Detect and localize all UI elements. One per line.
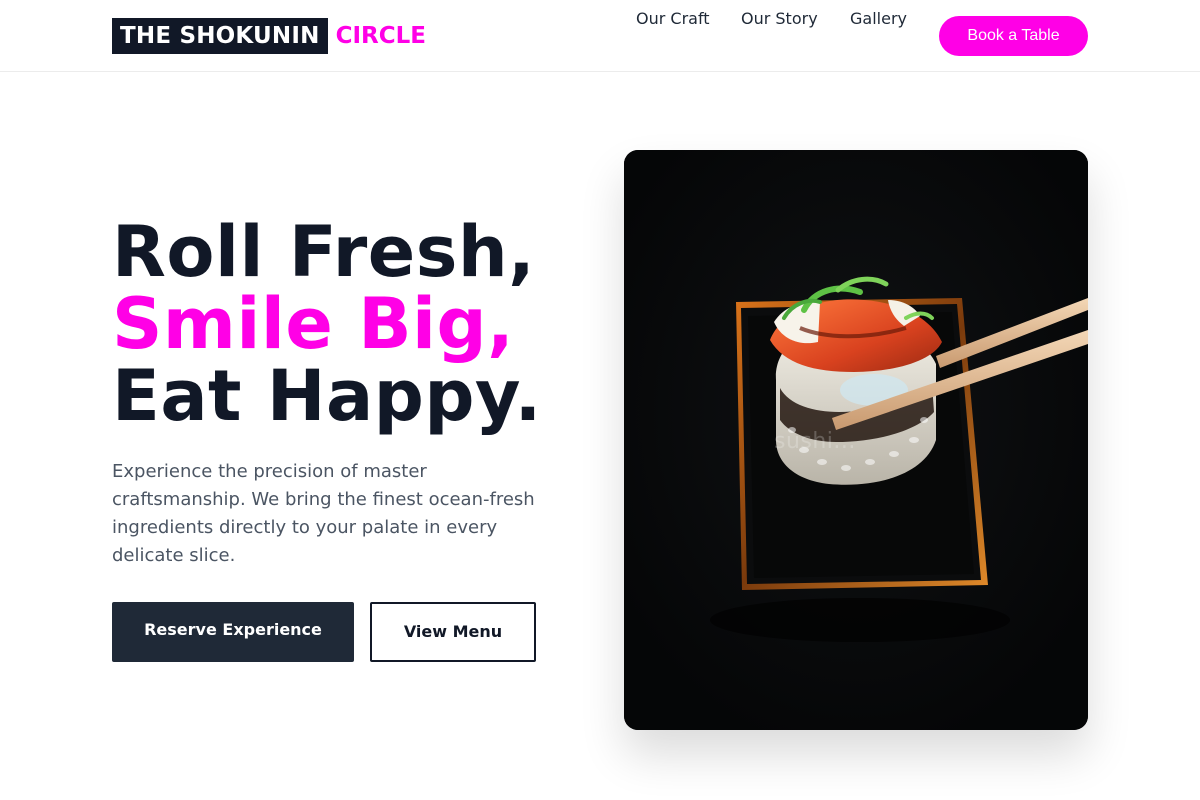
nav-link-gallery[interactable]: Gallery [850, 0, 907, 40]
brand-name-accent: CIRCLE [335, 23, 426, 49]
hero-description: Experience the precision of master craft… [112, 461, 535, 566]
book-table-button[interactable]: Book a Table [939, 16, 1088, 56]
hero-headline: Roll Fresh, Smile Big, Eat Happy. [112, 216, 542, 432]
headline-line-3: Eat Happy. [112, 355, 542, 437]
nav-link-our-story[interactable]: Our Story [741, 0, 818, 40]
brand-logo[interactable]: THE SHOKUNIN CIRCLE [112, 18, 426, 54]
view-menu-button[interactable]: View Menu [370, 602, 536, 662]
site-header: THE SHOKUNIN CIRCLE Our Craft Our Story … [0, 0, 1200, 72]
sushi-roll-image: sushi... [624, 150, 1088, 730]
nav-link-our-craft[interactable]: Our Craft [636, 0, 710, 40]
hero-image: sushi... [624, 150, 1088, 730]
headline-line-1: Roll Fresh, [112, 211, 536, 293]
image-watermark: sushi... [774, 429, 856, 454]
reserve-experience-button[interactable]: Reserve Experience [112, 602, 354, 662]
headline-line-2: Smile Big, [112, 283, 515, 365]
brand-name-primary: THE SHOKUNIN [112, 18, 328, 54]
